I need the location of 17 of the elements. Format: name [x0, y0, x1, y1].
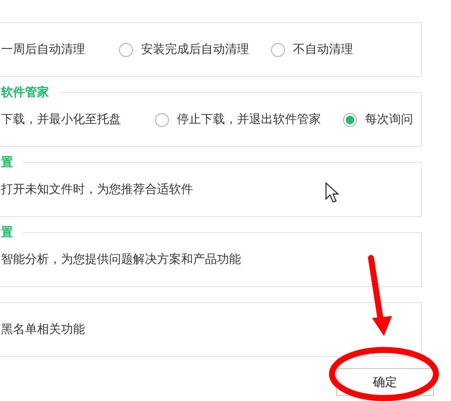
cursor-icon	[326, 182, 340, 203]
setting-description: 打开未知文件时，为您推荐合适软件	[1, 181, 193, 198]
option-label[interactable]: 每次询问	[365, 111, 413, 128]
group-title: 置	[1, 224, 23, 240]
setting-description: 黑名单相关功能	[1, 321, 85, 338]
option-label[interactable]: 安装完成后自动清理	[141, 41, 249, 58]
radio-button[interactable]	[119, 42, 133, 56]
setting-description: 智能分析，为您提供问题解决方案和产品功能	[1, 251, 241, 268]
option-label[interactable]: 一周后自动清理	[1, 41, 85, 58]
radio-button[interactable]	[155, 112, 169, 126]
radio-button[interactable]	[343, 112, 357, 126]
option-label[interactable]: 不自动清理	[293, 41, 353, 58]
group-title: 软件管家	[1, 84, 59, 100]
radio-button[interactable]	[271, 42, 285, 56]
option-label[interactable]: 停止下载，并退出软件管家	[177, 111, 321, 128]
group-title: 置	[1, 154, 23, 170]
option-label[interactable]: 下载，并最小化至托盘	[1, 111, 121, 128]
